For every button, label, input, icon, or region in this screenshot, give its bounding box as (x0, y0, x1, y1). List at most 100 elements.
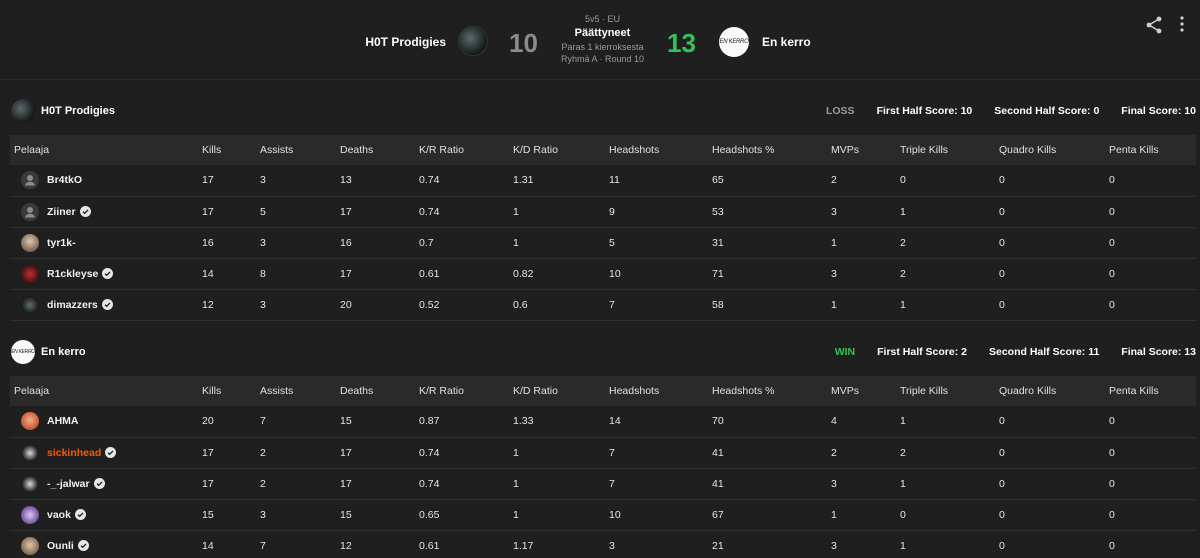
player-cell: -_-jalwar (10, 468, 200, 499)
player-name[interactable]: tyr1k- (47, 237, 76, 249)
avatar[interactable] (21, 202, 39, 221)
avatar[interactable] (21, 295, 39, 314)
verified-icon (101, 299, 113, 310)
match-status: Päättyneet (574, 27, 631, 39)
team-scores: WIN First Half Score: 2 Second Half Scor… (813, 346, 1196, 358)
verified-icon (102, 268, 114, 279)
player-cell: sickinhead (10, 437, 200, 468)
team-left-name[interactable]: H0T Prodigies (365, 35, 446, 49)
stat-cell: 14 (202, 539, 214, 552)
avatar[interactable] (21, 264, 39, 283)
stat-cell: 7 (609, 446, 615, 459)
column-header[interactable]: Triple Kills (898, 135, 997, 165)
column-header[interactable]: Quadro Kills (997, 376, 1107, 406)
avatar[interactable] (21, 505, 39, 524)
verified-icon (79, 206, 91, 217)
stat-cell: 41 (712, 446, 724, 459)
column-header[interactable]: Assists (258, 376, 338, 406)
stat-cell: 0.52 (419, 298, 440, 311)
table-row: vaok 15 3 15 0.65 1 10 67 1 0 0 0 (10, 499, 1196, 530)
stat-cell: 1 (900, 539, 906, 552)
stat-cell: 41 (712, 477, 724, 490)
column-header[interactable]: Penta Kills (1107, 135, 1196, 165)
column-header[interactable]: Deaths (338, 135, 417, 165)
avatar[interactable] (21, 536, 39, 555)
verified-icon (74, 509, 86, 520)
table-row: Ounli 14 7 12 0.61 1.17 3 21 3 1 0 0 (10, 530, 1196, 558)
share-icon[interactable] (1144, 15, 1164, 35)
stat-cell: 58 (712, 298, 724, 311)
stat-cell: 1 (513, 446, 519, 459)
stat-cell: 1 (831, 298, 837, 311)
column-header[interactable]: MVPs (829, 376, 898, 406)
column-header[interactable]: K/D Ratio (511, 376, 607, 406)
player-name[interactable]: Ounli (47, 540, 74, 552)
avatar[interactable] (21, 474, 39, 493)
stat-cell: 0 (999, 267, 1005, 280)
stat-cell: 0 (1109, 298, 1115, 311)
column-header[interactable]: Headshots (607, 135, 710, 165)
more-vertical-icon[interactable] (1175, 14, 1189, 34)
team-right-name[interactable]: En kerro (762, 35, 811, 49)
team-name[interactable]: H0T Prodigies (41, 105, 115, 117)
team-left-logo[interactable] (458, 26, 488, 56)
score-left: 10 (509, 28, 538, 58)
avatar[interactable] (21, 171, 39, 190)
stat-cell: 9 (609, 205, 615, 218)
column-header[interactable]: Penta Kills (1107, 376, 1196, 406)
table-row: -_-jalwar 17 2 17 0.74 1 7 41 3 1 0 0 (10, 468, 1196, 499)
team-logo (11, 99, 35, 123)
team-name[interactable]: En kerro (41, 346, 86, 358)
column-header[interactable]: Quadro Kills (997, 135, 1107, 165)
stat-cell: 14 (609, 415, 621, 428)
player-stats-table: Pelaaja Kills Assists Deaths K/R Ratio K/D Ra… (10, 135, 1196, 321)
player-name[interactable]: R1ckleyse (47, 268, 98, 280)
avatar[interactable] (21, 412, 39, 431)
stat-cell: 0 (999, 415, 1005, 428)
stat-cell: 0 (1109, 539, 1115, 552)
column-header[interactable]: Kills (200, 135, 258, 165)
stat-cell: 21 (712, 539, 724, 552)
column-header[interactable]: Triple Kills (898, 376, 997, 406)
player-name[interactable]: Ziiner (47, 206, 76, 218)
avatar[interactable] (21, 233, 39, 252)
stat-cell: 0.82 (513, 267, 534, 280)
column-header[interactable]: Deaths (338, 376, 417, 406)
column-header[interactable]: K/D Ratio (511, 135, 607, 165)
column-header[interactable]: Pelaaja (10, 376, 200, 406)
team-right-logo[interactable]: EN KERRO (719, 27, 749, 57)
player-name[interactable]: Br4tkO (47, 174, 82, 186)
stat-cell: 17 (340, 477, 352, 490)
column-header[interactable]: Headshots (607, 376, 710, 406)
column-header[interactable]: Kills (200, 376, 258, 406)
column-header[interactable]: Assists (258, 135, 338, 165)
column-header[interactable]: Headshots % (710, 376, 829, 406)
column-header[interactable]: MVPs (829, 135, 898, 165)
stat-cell: 3 (609, 539, 615, 552)
column-header[interactable]: Pelaaja (10, 135, 200, 165)
column-header[interactable]: Headshots % (710, 135, 829, 165)
stat-cell: 17 (340, 205, 352, 218)
player-name[interactable]: -_-jalwar (47, 478, 90, 490)
player-name[interactable]: vaok (47, 509, 71, 521)
player-name[interactable]: AHMA (47, 415, 79, 427)
column-header[interactable]: K/R Ratio (417, 135, 511, 165)
stat-cell: 12 (340, 539, 352, 552)
stat-cell: 53 (712, 205, 724, 218)
stat-cell: 31 (712, 236, 724, 249)
table-row: Ziiner 17 5 17 0.74 1 9 53 3 1 0 0 (10, 196, 1196, 227)
avatar[interactable] (21, 443, 39, 462)
column-header[interactable]: K/R Ratio (417, 376, 511, 406)
player-name[interactable]: dimazzers (47, 299, 98, 311)
stat-cell: 0.87 (419, 415, 440, 428)
stat-cell: 12 (202, 298, 214, 311)
team-logo: EN KERRO (11, 340, 35, 364)
stat-cell: 4 (831, 415, 837, 428)
stat-cell: 5 (260, 205, 266, 218)
stat-cell: 0 (999, 205, 1005, 218)
player-name[interactable]: sickinhead (47, 447, 101, 459)
first-half-score: First Half Score: 10 (876, 105, 973, 117)
stat-cell: 1.31 (513, 174, 534, 187)
stat-cell: 1 (900, 415, 906, 428)
stat-cell: 0.61 (419, 539, 440, 552)
